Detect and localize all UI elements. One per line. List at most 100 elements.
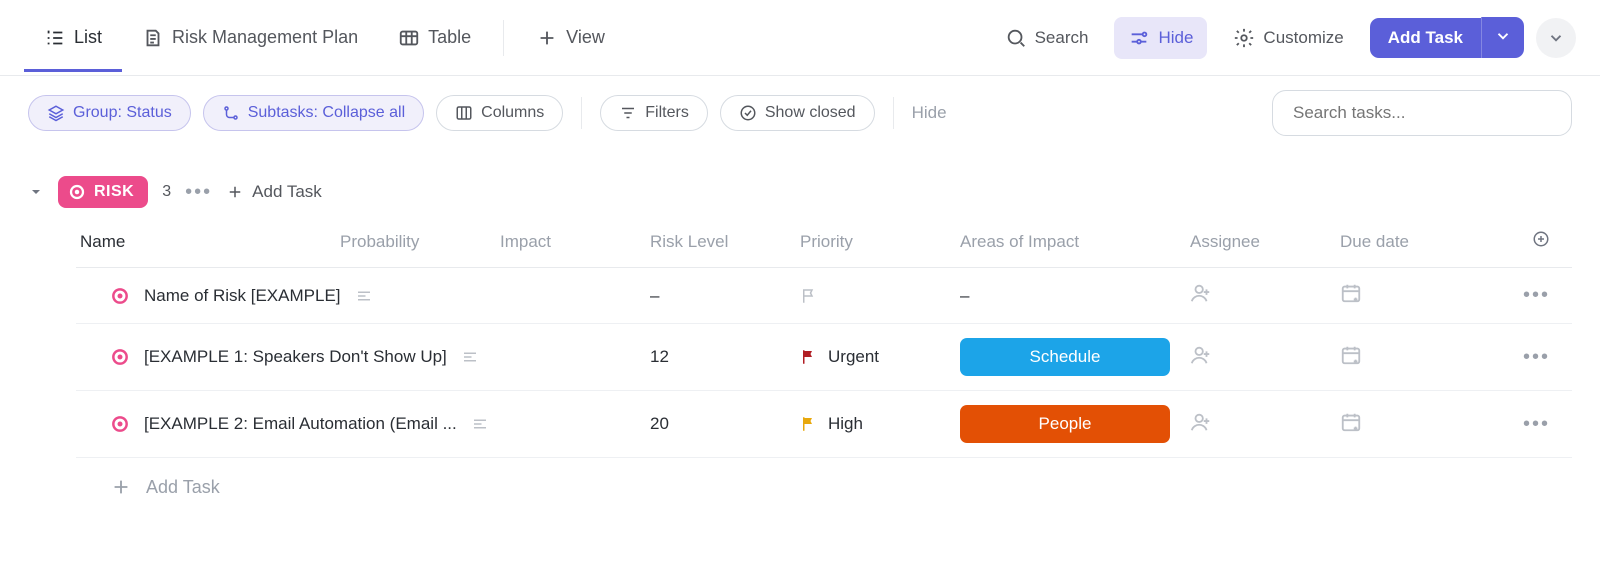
priority-cell[interactable] xyxy=(800,287,960,305)
risk-level-cell[interactable]: 20 xyxy=(650,414,800,434)
tab-list[interactable]: List xyxy=(24,5,122,71)
group-more-menu[interactable]: ••• xyxy=(185,181,212,204)
pill-label: Subtasks: Collapse all xyxy=(248,104,405,122)
add-row-label: Add Task xyxy=(146,477,220,498)
row-more-menu[interactable]: ••• xyxy=(1510,346,1550,369)
add-assignee-icon[interactable] xyxy=(1190,282,1212,304)
task-name-cell[interactable]: Name of Risk [EXAMPLE] xyxy=(80,286,500,306)
button-label: Add Task xyxy=(252,182,322,202)
calendar-icon[interactable] xyxy=(1340,344,1362,366)
col-assignee[interactable]: Assignee xyxy=(1190,232,1340,252)
filters-pill[interactable]: Filters xyxy=(600,95,708,131)
area-tag: Schedule xyxy=(960,338,1170,376)
col-name[interactable]: Name xyxy=(80,232,340,252)
col-risk-level[interactable]: Risk Level xyxy=(650,232,800,252)
plus-icon xyxy=(110,476,132,498)
col-probability[interactable]: Probability xyxy=(340,232,500,252)
add-assignee-icon[interactable] xyxy=(1190,411,1212,433)
customize-button[interactable]: Customize xyxy=(1219,17,1357,59)
areas-cell[interactable]: People xyxy=(960,405,1190,443)
doc-pin-icon xyxy=(142,27,164,49)
button-label: Add Task xyxy=(1388,28,1463,47)
table-icon xyxy=(398,27,420,49)
flag-icon xyxy=(800,287,818,305)
expand-more-button[interactable] xyxy=(1536,18,1576,58)
button-label: Customize xyxy=(1263,28,1343,48)
show-closed-pill[interactable]: Show closed xyxy=(720,95,875,131)
filter-icon xyxy=(619,104,637,122)
columns-pill[interactable]: Columns xyxy=(436,95,563,131)
col-areas[interactable]: Areas of Impact xyxy=(960,232,1190,252)
sliders-icon xyxy=(1128,27,1150,49)
chevron-down-icon xyxy=(1547,29,1565,47)
assignee-cell[interactable] xyxy=(1190,411,1340,438)
status-icon[interactable] xyxy=(110,414,130,434)
priority-label: High xyxy=(828,414,863,434)
col-due[interactable]: Due date xyxy=(1340,232,1510,252)
group-count: 3 xyxy=(162,183,171,201)
priority-cell[interactable]: High xyxy=(800,414,960,434)
task-name: [EXAMPLE 1: Speakers Don't Show Up] xyxy=(144,347,447,367)
divider xyxy=(893,97,894,129)
priority-label: Urgent xyxy=(828,347,879,367)
areas-cell[interactable]: – xyxy=(960,286,1190,306)
pill-label: Filters xyxy=(645,104,689,122)
gear-icon xyxy=(1233,27,1255,49)
group-pill[interactable]: Group: Status xyxy=(28,95,191,131)
row-more-menu[interactable]: ••• xyxy=(1510,284,1550,307)
assignee-cell[interactable] xyxy=(1190,282,1340,309)
table-row[interactable]: [EXAMPLE 2: Email Automation (Email ... … xyxy=(76,391,1572,458)
columns-icon xyxy=(455,104,473,122)
description-icon[interactable] xyxy=(461,348,479,366)
button-label: Hide xyxy=(1158,28,1193,48)
priority-cell[interactable]: Urgent xyxy=(800,347,960,367)
flag-icon xyxy=(800,348,818,366)
areas-cell[interactable]: Schedule xyxy=(960,338,1190,376)
filter-hide-label[interactable]: Hide xyxy=(912,103,947,123)
add-assignee-icon[interactable] xyxy=(1190,344,1212,366)
task-name: [EXAMPLE 2: Email Automation (Email ... xyxy=(144,414,457,434)
search-button[interactable]: Search xyxy=(991,17,1103,59)
search-icon xyxy=(1005,27,1027,49)
add-task-button[interactable]: Add Task xyxy=(1370,18,1481,58)
collapse-icon[interactable] xyxy=(28,184,44,200)
hide-button[interactable]: Hide xyxy=(1114,17,1207,59)
due-date-cell[interactable] xyxy=(1340,282,1510,309)
status-icon[interactable] xyxy=(110,347,130,367)
table-row[interactable]: [EXAMPLE 1: Speakers Don't Show Up] 12 U… xyxy=(76,324,1572,391)
description-icon[interactable] xyxy=(471,415,489,433)
search-input[interactable] xyxy=(1272,90,1572,136)
subtasks-pill[interactable]: Subtasks: Collapse all xyxy=(203,95,424,131)
col-priority[interactable]: Priority xyxy=(800,232,960,252)
group-add-task[interactable]: Add Task xyxy=(226,182,322,202)
divider xyxy=(581,97,582,129)
calendar-icon[interactable] xyxy=(1340,411,1362,433)
task-name-cell[interactable]: [EXAMPLE 1: Speakers Don't Show Up] xyxy=(80,347,500,367)
tab-label: View xyxy=(566,27,605,48)
add-task-row[interactable]: Add Task xyxy=(76,458,1572,516)
description-icon[interactable] xyxy=(355,287,373,305)
status-dot-icon xyxy=(68,183,86,201)
task-name-cell[interactable]: [EXAMPLE 2: Email Automation (Email ... xyxy=(80,414,500,434)
status-icon[interactable] xyxy=(110,286,130,306)
status-badge-risk[interactable]: RISK xyxy=(58,176,148,208)
risk-level-cell[interactable]: 12 xyxy=(650,347,800,367)
plus-icon xyxy=(536,27,558,49)
due-date-cell[interactable] xyxy=(1340,344,1510,371)
tab-add-view[interactable]: View xyxy=(516,5,625,71)
row-more-menu[interactable]: ••• xyxy=(1510,413,1550,436)
assignee-cell[interactable] xyxy=(1190,344,1340,371)
table-row[interactable]: Name of Risk [EXAMPLE] – – ••• xyxy=(76,268,1572,324)
add-task-dropdown[interactable] xyxy=(1481,17,1524,58)
col-impact[interactable]: Impact xyxy=(500,232,650,252)
calendar-icon[interactable] xyxy=(1340,282,1362,304)
risk-level-cell[interactable]: – xyxy=(650,286,800,306)
tab-label: Risk Management Plan xyxy=(172,27,358,48)
table-header-row: Name Probability Impact Risk Level Prior… xyxy=(76,216,1572,268)
tab-table[interactable]: Table xyxy=(378,5,491,71)
pill-label: Columns xyxy=(481,104,544,122)
tab-risk-management-plan[interactable]: Risk Management Plan xyxy=(122,5,378,71)
area-tag: People xyxy=(960,405,1170,443)
add-column-button[interactable] xyxy=(1510,230,1550,253)
due-date-cell[interactable] xyxy=(1340,411,1510,438)
